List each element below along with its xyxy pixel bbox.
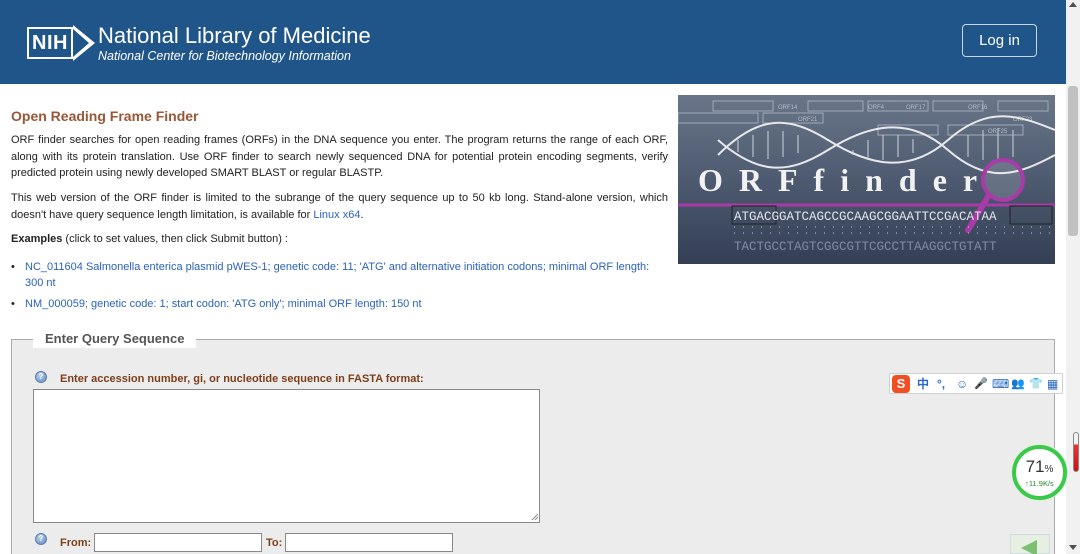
chinese-mode-icon[interactable]: 中 (917, 375, 929, 393)
examples-heading: Examples (click to set values, then clic… (11, 233, 288, 245)
query-legend: Enter Query Sequence (33, 330, 197, 348)
example-link-nm000059[interactable]: NM_000059; genetic code: 1; start codon:… (11, 297, 661, 313)
limits-end: . (360, 208, 364, 221)
sequence-input-label: Enter accession number, gi, or nucleotid… (60, 373, 424, 385)
limits-paragraph: This web version of the ORF finder is li… (11, 190, 668, 223)
linux-x64-link[interactable]: Linux x64 (313, 209, 360, 221)
menu-grid-icon[interactable]: ▦ (1047, 375, 1058, 393)
ime-toolbar[interactable]: S 中 °, ☺ 🎤 ⌨ 👥 👕 ▦ (889, 373, 1063, 394)
intro-paragraph: ORF finder searches for open reading fra… (11, 134, 668, 179)
arrow-left-icon (1021, 540, 1037, 554)
back-to-top-button[interactable] (1010, 534, 1050, 554)
bullet: • (11, 261, 15, 273)
sequence-textarea[interactable] (33, 389, 540, 523)
orf-label: ORF14 (778, 105, 798, 111)
orf-label: ORF21 (798, 117, 818, 123)
scroll-up-arrow-icon[interactable] (1069, 2, 1077, 7)
scroll-down-arrow-icon[interactable] (1069, 545, 1077, 550)
nih-logo-arrow-inner (73, 29, 89, 57)
network-percent-unit: % (1044, 464, 1054, 475)
examples-label: Examples (11, 233, 63, 245)
network-percent: 71% (1016, 457, 1063, 477)
org-subtitle: National Center for Biotechnology Inform… (98, 49, 351, 63)
network-speed-widget[interactable]: 71% ↑11.9K/s (1012, 445, 1067, 500)
orf-label: ORF4 (868, 105, 885, 111)
orffinder-banner: ORF14 ORF21 ORF4 ORF17 ORF16 ORF23 ORF25 (678, 95, 1055, 264)
examples-instruction: (click to set values, then click Submit … (62, 233, 288, 245)
network-percent-value: 71 (1025, 457, 1045, 476)
to-label: To: (266, 537, 283, 549)
emoji-icon[interactable]: ☺ (956, 375, 968, 393)
nih-logo[interactable]: NIH (27, 27, 73, 59)
example-link-nc011604[interactable]: NC_011604 Salmonella enterica plasmid pW… (11, 260, 661, 291)
example-item: • NC_011604 Salmonella enterica plasmid … (11, 260, 661, 291)
bullet: • (11, 298, 15, 310)
example-item: • NM_000059; genetic code: 1; start codo… (11, 297, 661, 313)
login-button[interactable]: Log in (962, 24, 1037, 57)
users-icon[interactable]: 👥 (1011, 375, 1025, 393)
sogou-logo-icon[interactable]: S (892, 375, 910, 393)
org-title[interactable]: National Library of Medicine (98, 24, 371, 48)
orf-label: ORF17 (906, 105, 926, 111)
skin-icon[interactable]: 👕 (1029, 375, 1043, 393)
page: NIH National Library of Medicine Nationa… (0, 0, 1080, 554)
from-label: From: (60, 537, 92, 549)
sequence-top: ATGACGGATCAGCCGCAAGCGGAATTCCGACATAA (734, 210, 997, 224)
resize-grip-icon[interactable] (530, 512, 539, 521)
network-upload-speed: ↑11.9K/s (1025, 479, 1054, 488)
help-icon[interactable]: ? (35, 371, 47, 383)
scrollbar-thumb[interactable] (1068, 86, 1078, 236)
help-icon[interactable]: ? (35, 533, 47, 545)
microphone-icon[interactable]: 🎤 (974, 375, 988, 393)
page-title: Open Reading Frame Finder (11, 108, 199, 124)
to-input[interactable] (285, 533, 453, 552)
punctuation-icon[interactable]: °, (937, 375, 945, 393)
orf-label: ORF16 (968, 105, 988, 111)
side-slider-handle[interactable] (1073, 432, 1079, 472)
sequence-bottom: TACTGCCTAGTCGGCGTTCGCCTTAAGGCTGTATT (734, 240, 997, 254)
site-header: NIH National Library of Medicine Nationa… (0, 0, 1066, 84)
banner-word: ORFfinder (698, 162, 993, 198)
keyboard-icon[interactable]: ⌨ (992, 375, 1009, 393)
from-input[interactable] (94, 533, 262, 552)
